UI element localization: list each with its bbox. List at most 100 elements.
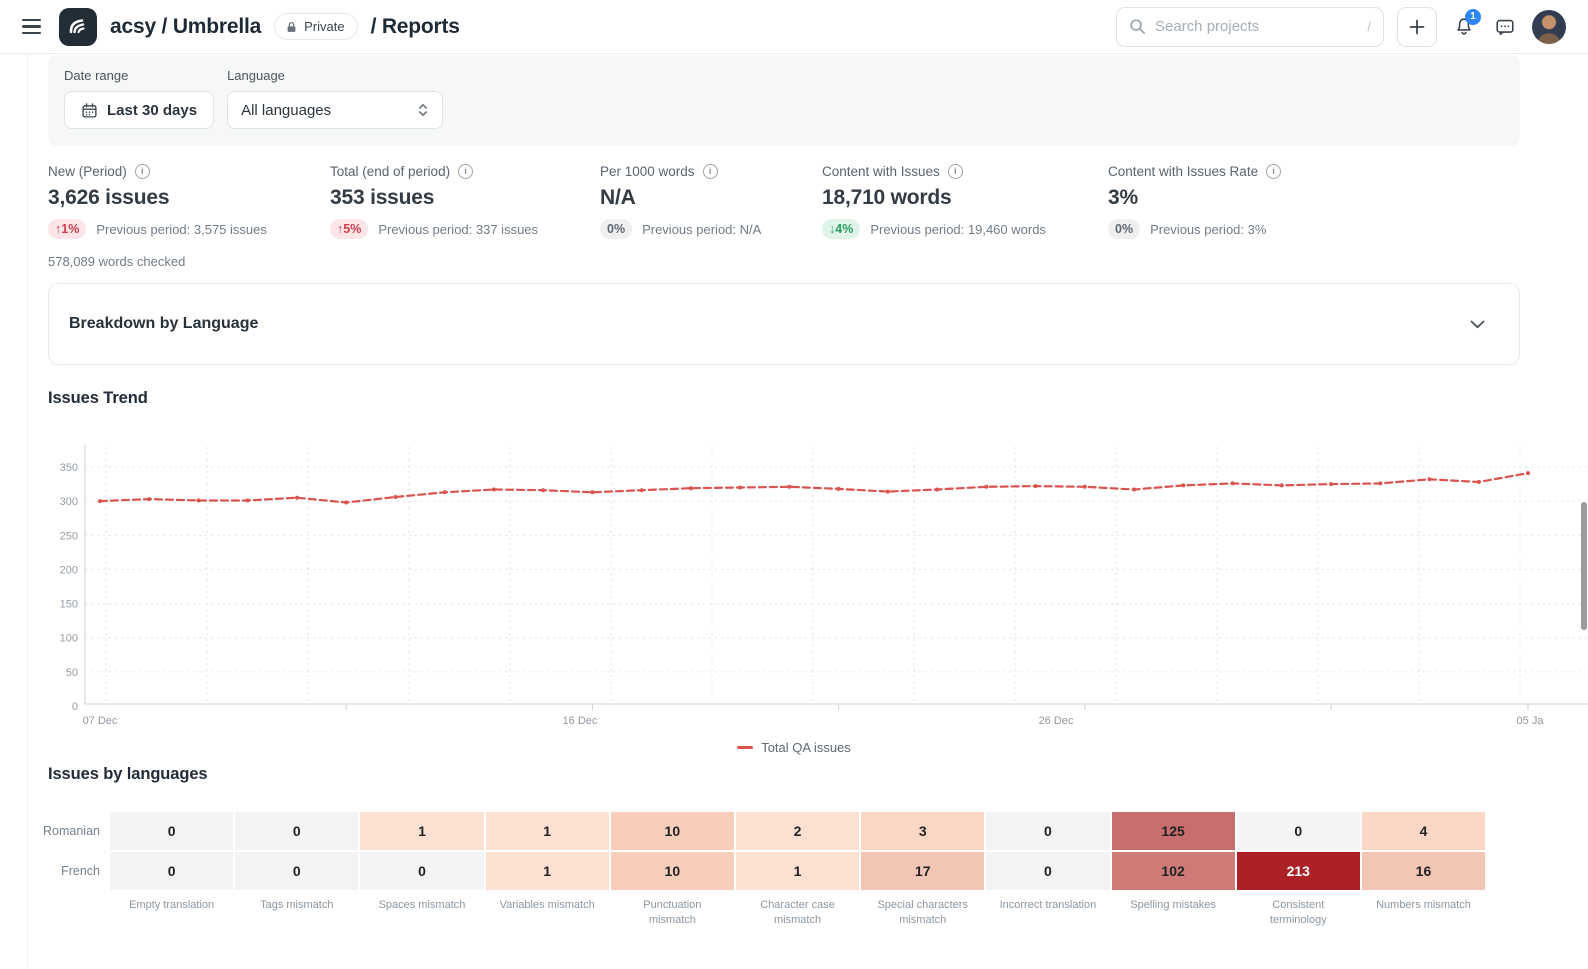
svg-text:50: 50 [66, 667, 78, 679]
heatmap-column-label: Variables mismatch [486, 898, 609, 928]
heatmap-cell: 1 [360, 812, 483, 850]
hamburger-menu-icon[interactable] [22, 15, 46, 39]
stat-delta-row: 0% Previous period: 3% [1108, 219, 1520, 239]
issues-trend-title: Issues Trend [48, 389, 148, 408]
svg-text:26 Dec: 26 Dec [1039, 715, 1074, 727]
stats-row: New (Period)i3,626 issues↑1%Previous per… [48, 162, 1520, 269]
heatmap-column-label: Special characters mismatch [861, 898, 984, 928]
info-icon[interactable]: i [948, 164, 963, 179]
info-icon[interactable]: i [1266, 164, 1281, 179]
search-box[interactable]: / [1116, 7, 1384, 47]
info-icon[interactable]: i [703, 164, 718, 179]
legend-label[interactable]: Total QA issues [761, 740, 851, 755]
heatmap-cell: 0 [235, 812, 358, 850]
feedback-button[interactable] [1491, 13, 1519, 41]
info-icon[interactable]: i [458, 164, 473, 179]
breadcrumb-section: / Reports [371, 15, 460, 39]
vertical-scrollbar-thumb[interactable] [1581, 502, 1587, 630]
heatmap-row-label: French [48, 852, 100, 890]
chevron-down-icon[interactable] [1470, 320, 1485, 329]
heatmap-cell: 1 [486, 812, 609, 850]
create-project-button[interactable] [1397, 7, 1437, 47]
svg-text:350: 350 [60, 462, 78, 474]
svg-text:100: 100 [60, 633, 78, 645]
breakdown-by-language-panel[interactable]: Breakdown by Language [48, 283, 1520, 365]
content-left-divider [27, 54, 28, 969]
svg-text:16 Dec: 16 Dec [563, 715, 598, 727]
date-range-value: Last 30 days [107, 102, 197, 119]
notifications-button[interactable]: 1 [1450, 13, 1478, 41]
language-select[interactable]: All languages [227, 91, 443, 129]
previous-period-text: Previous period: N/A [642, 222, 761, 237]
heatmap-row-romanian: Romanian00111023012504 [48, 812, 1485, 850]
chat-icon [1494, 16, 1516, 38]
breadcrumb-project[interactable]: acsy / Umbrella [110, 15, 261, 39]
heatmap-cell: 3 [861, 812, 984, 850]
heatmap-column-headers: Empty translationTags mismatchSpaces mis… [48, 898, 1485, 928]
stat-content-with-issues: Content with Issuesi18,710 words↓4%Previ… [822, 162, 1108, 269]
stat-label: New (Period) [48, 164, 127, 179]
stat-delta-row: 0% Previous period: N/A [600, 219, 822, 239]
filters-bar: Date range Last 30 days Language All lan… [48, 55, 1520, 146]
heatmap-cell: 213 [1237, 852, 1360, 890]
stat-delta-row: ↑5% Previous period: 337 issues [330, 219, 600, 239]
language-label: Language [227, 68, 443, 83]
stat-label: Total (end of period) [330, 164, 450, 179]
date-range-button[interactable]: Last 30 days [64, 91, 214, 129]
words-checked-text: 578,089 words checked [48, 254, 330, 269]
logo-wave-icon [66, 15, 90, 39]
plus-icon [1409, 19, 1425, 35]
svg-text:05 Ja: 05 Ja [1517, 715, 1545, 727]
date-range-field: Date range Last 30 days [64, 68, 214, 133]
stat-new-period: New (Period)i3,626 issues↑1%Previous per… [48, 162, 330, 269]
heatmap-cell: 10 [611, 812, 734, 850]
search-shortcut-hint: / [1367, 19, 1371, 34]
app-logo[interactable] [59, 8, 97, 46]
stat-label: Content with Issues Rate [1108, 164, 1258, 179]
privacy-badge: Private [274, 13, 357, 40]
notification-badge: 1 [1465, 9, 1481, 25]
legend-swatch-total-qa-issues[interactable] [737, 746, 753, 749]
svg-text:300: 300 [60, 496, 78, 508]
stat-label: Per 1000 words [600, 164, 695, 179]
issues-by-languages-title: Issues by languages [48, 765, 208, 784]
heatmap-cell: 4 [1362, 812, 1485, 850]
svg-text:150: 150 [60, 599, 78, 611]
previous-period-text: Previous period: 337 issues [378, 222, 538, 237]
stat-label-row: Total (end of period) i [330, 162, 600, 180]
previous-period-text: Previous period: 3% [1150, 222, 1266, 237]
heatmap-column-label: Consistent terminology [1237, 898, 1360, 928]
language-field: Language All languages [227, 68, 443, 133]
user-avatar[interactable] [1532, 10, 1566, 44]
stat-value: N/A [600, 186, 822, 210]
heatmap-cell: 10 [611, 852, 734, 890]
stat-label: Content with Issues [822, 164, 940, 179]
stat-value: 3% [1108, 186, 1520, 210]
issues-trend-svg: 05010015020025030035007 Dec16 Dec26 Dec0… [48, 438, 1588, 738]
heatmap-cell: 0 [1237, 812, 1360, 850]
heatmap-column-label: Spaces mismatch [360, 898, 483, 928]
stat-per-1000-words: Per 1000 words i N/A 0% Previous period: N/A [600, 162, 822, 269]
reports-page: acsy / Umbrella Private / Reports / [0, 0, 1588, 969]
previous-period-text: Previous period: 3,575 issues [96, 222, 267, 237]
info-icon[interactable]: i [135, 164, 150, 179]
svg-text:07 Dec: 07 Dec [83, 715, 118, 727]
issues-trend-chart: 05010015020025030035007 Dec16 Dec26 Dec0… [48, 438, 1588, 738]
heatmap-column-label: Punctuation mismatch [611, 898, 734, 928]
search-input[interactable] [1155, 18, 1358, 35]
delta-badge: ↑5% [330, 219, 368, 239]
heatmap-cell: 17 [861, 852, 984, 890]
heatmap-cell: 0 [110, 812, 233, 850]
heatmap-cell: 125 [1112, 812, 1235, 850]
delta-badge: 0% [1108, 219, 1140, 239]
previous-period-text: Previous period: 19,460 words [870, 222, 1046, 237]
stat-delta-row: ↑1%Previous period: 3,575 issues [48, 219, 330, 239]
svg-text:0: 0 [72, 701, 78, 713]
stat-total-end-of-period: Total (end of period)i353 issues↑5%Previ… [330, 162, 600, 269]
heatmap-cell: 1 [486, 852, 609, 890]
delta-badge: 0% [600, 219, 632, 239]
heatmap-column-label: Empty translation [110, 898, 233, 928]
date-range-label: Date range [64, 68, 214, 83]
heatmap-row-label: Romanian [48, 812, 100, 850]
heatmap-header-cells: Empty translationTags mismatchSpaces mis… [110, 898, 1485, 928]
